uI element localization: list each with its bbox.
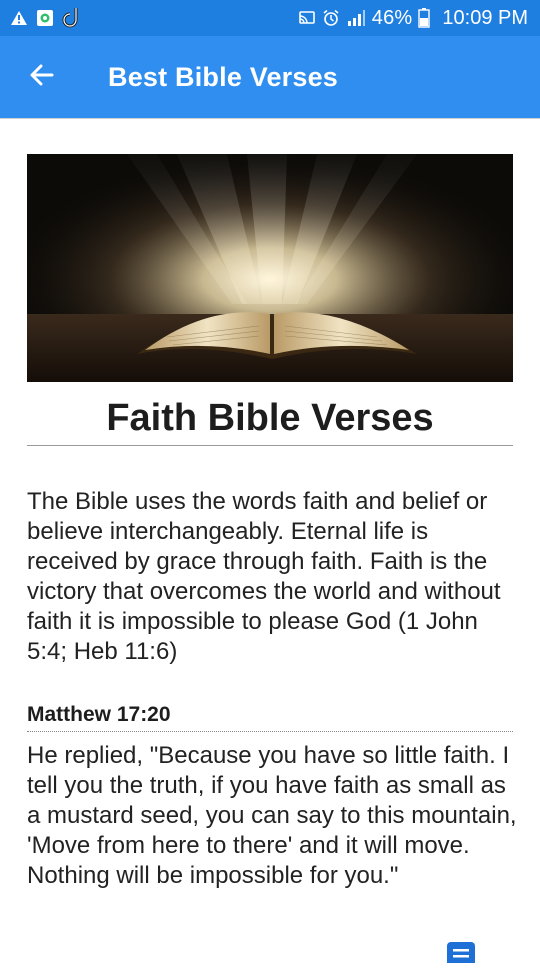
app-icon: [36, 9, 54, 27]
status-bar: 46% 10:09 PM: [0, 0, 540, 36]
alarm-icon: [322, 9, 340, 27]
sync-icon: [62, 6, 82, 30]
app-bar: Best Bible Verses: [0, 36, 540, 118]
verse-reference: Matthew 17:20: [27, 703, 513, 732]
intro-paragraph: The Bible uses the words faith and belie…: [27, 488, 501, 665]
battery-percent: 46%: [371, 6, 413, 29]
document-button[interactable]: [444, 939, 478, 968]
content-scroll[interactable]: Faith Bible Verses The Bible uses the wo…: [0, 118, 540, 968]
battery-icon: [418, 8, 431, 28]
hero-image-open-bible: [27, 154, 513, 382]
status-left-icons: [10, 6, 82, 30]
verse-text: He replied, "Because you have so little …: [27, 742, 517, 889]
document-icon: [444, 939, 478, 968]
title-divider: [27, 445, 513, 446]
back-button[interactable]: [11, 47, 71, 107]
cast-icon: [298, 10, 316, 26]
status-right-icons: 46% 10:09 PM: [298, 7, 528, 30]
arrow-left-icon: [28, 63, 54, 92]
warning-icon: [10, 10, 28, 26]
page-title: Faith Bible Verses: [106, 397, 434, 439]
signal-icon: [346, 9, 366, 27]
clock: 10:09 PM: [442, 6, 528, 29]
app-title: Best Bible Verses: [108, 61, 339, 92]
